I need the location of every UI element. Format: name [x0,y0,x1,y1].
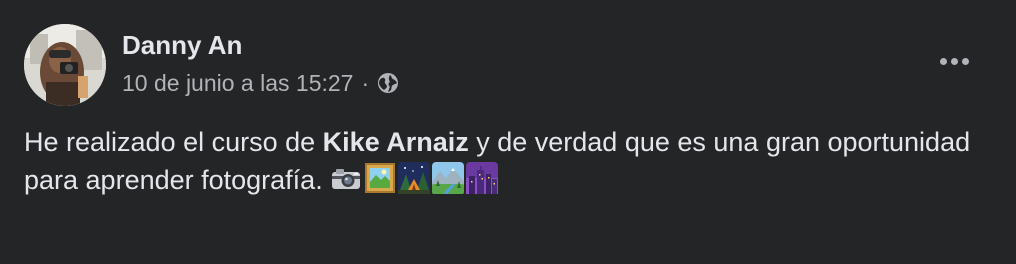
globe-icon[interactable] [376,71,400,95]
night-city-emoji [466,162,499,194]
mentioned-name[interactable]: Kike Arnaiz [323,127,469,157]
framed-picture-emoji [364,162,396,194]
national-park-emoji [432,162,465,194]
avatar-photo [24,24,106,106]
more-options-icon[interactable] [930,46,978,76]
post-text: He realizado el curso de Kike Arnaiz y d… [24,123,984,199]
author-name[interactable]: Danny An [122,29,242,61]
camera-emoji [330,162,362,194]
post-timestamp[interactable]: 10 de junio a las 15:27 [122,70,353,97]
post-text-before: He realizado el curso de [24,127,323,157]
night-camping-emoji [398,162,431,194]
more-dot [950,57,958,65]
avatar[interactable] [24,24,106,106]
more-dot [961,57,969,65]
post-meta: 10 de junio a las 15:27 · [122,68,400,98]
post-card: Danny An 10 de junio a las 15:27 · He re… [0,0,1016,264]
meta-separator: · [361,69,370,96]
more-dot [939,57,947,65]
